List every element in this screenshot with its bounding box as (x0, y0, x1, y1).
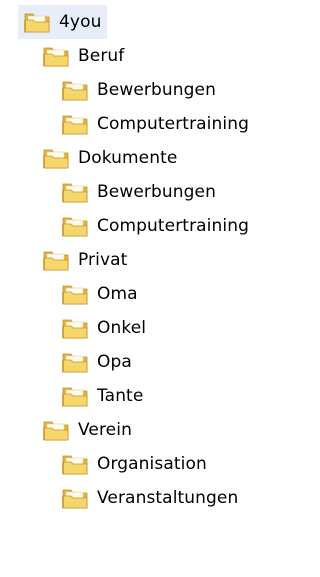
tree-node-label: Oma (97, 284, 138, 304)
folder-icon (41, 43, 71, 69)
folder-icon (60, 315, 90, 341)
folder-icon (60, 383, 90, 409)
tree-node-label: Organisation (97, 454, 207, 474)
folder-icon (60, 349, 90, 375)
tree-node[interactable]: Dokumente (37, 141, 183, 175)
folder-icon (60, 77, 90, 103)
tree-node[interactable]: Tante (56, 379, 149, 413)
folder-icon (60, 179, 90, 205)
tree-node-label: Beruf (78, 46, 125, 66)
tree-node-label: Computertraining (97, 114, 249, 134)
tree-node-label: Onkel (97, 318, 147, 338)
folder-tree: 4you Beruf Bewerbungen Computertraining Doku… (0, 0, 306, 577)
tree-node[interactable]: Privat (37, 243, 133, 277)
tree-node[interactable]: Onkel (56, 311, 152, 345)
tree-node-label: Bewerbungen (97, 80, 216, 100)
tree-node-label: Tante (97, 386, 144, 406)
tree-node-label: Opa (97, 352, 132, 372)
folder-icon (41, 145, 71, 171)
tree-node[interactable]: Opa (56, 345, 138, 379)
folder-icon (60, 213, 90, 239)
tree-node[interactable]: Oma (56, 277, 144, 311)
tree-node[interactable]: Organisation (56, 447, 213, 481)
tree-node-label: Bewerbungen (97, 182, 216, 202)
tree-node[interactable]: Bewerbungen (56, 73, 222, 107)
tree-node-label: Verein (78, 420, 132, 440)
folder-icon (22, 9, 52, 35)
folder-icon (41, 417, 71, 443)
tree-node[interactable]: 4you (18, 5, 108, 39)
tree-node[interactable]: Beruf (37, 39, 130, 73)
folder-icon (41, 247, 71, 273)
folder-icon (60, 485, 90, 511)
tree-node-label: Privat (78, 250, 128, 270)
tree-node-label: Dokumente (78, 148, 178, 168)
tree-node[interactable]: Computertraining (56, 107, 255, 141)
folder-icon (60, 281, 90, 307)
tree-node[interactable]: Bewerbungen (56, 175, 222, 209)
tree-node[interactable]: Veranstaltungen (56, 481, 244, 515)
tree-node[interactable]: Verein (37, 413, 138, 447)
tree-node[interactable]: Computertraining (56, 209, 255, 243)
tree-node-label: Veranstaltungen (97, 488, 239, 508)
folder-icon (60, 451, 90, 477)
tree-node-label: Computertraining (97, 216, 249, 236)
folder-icon (60, 111, 90, 137)
tree-node-label: 4you (59, 12, 102, 32)
